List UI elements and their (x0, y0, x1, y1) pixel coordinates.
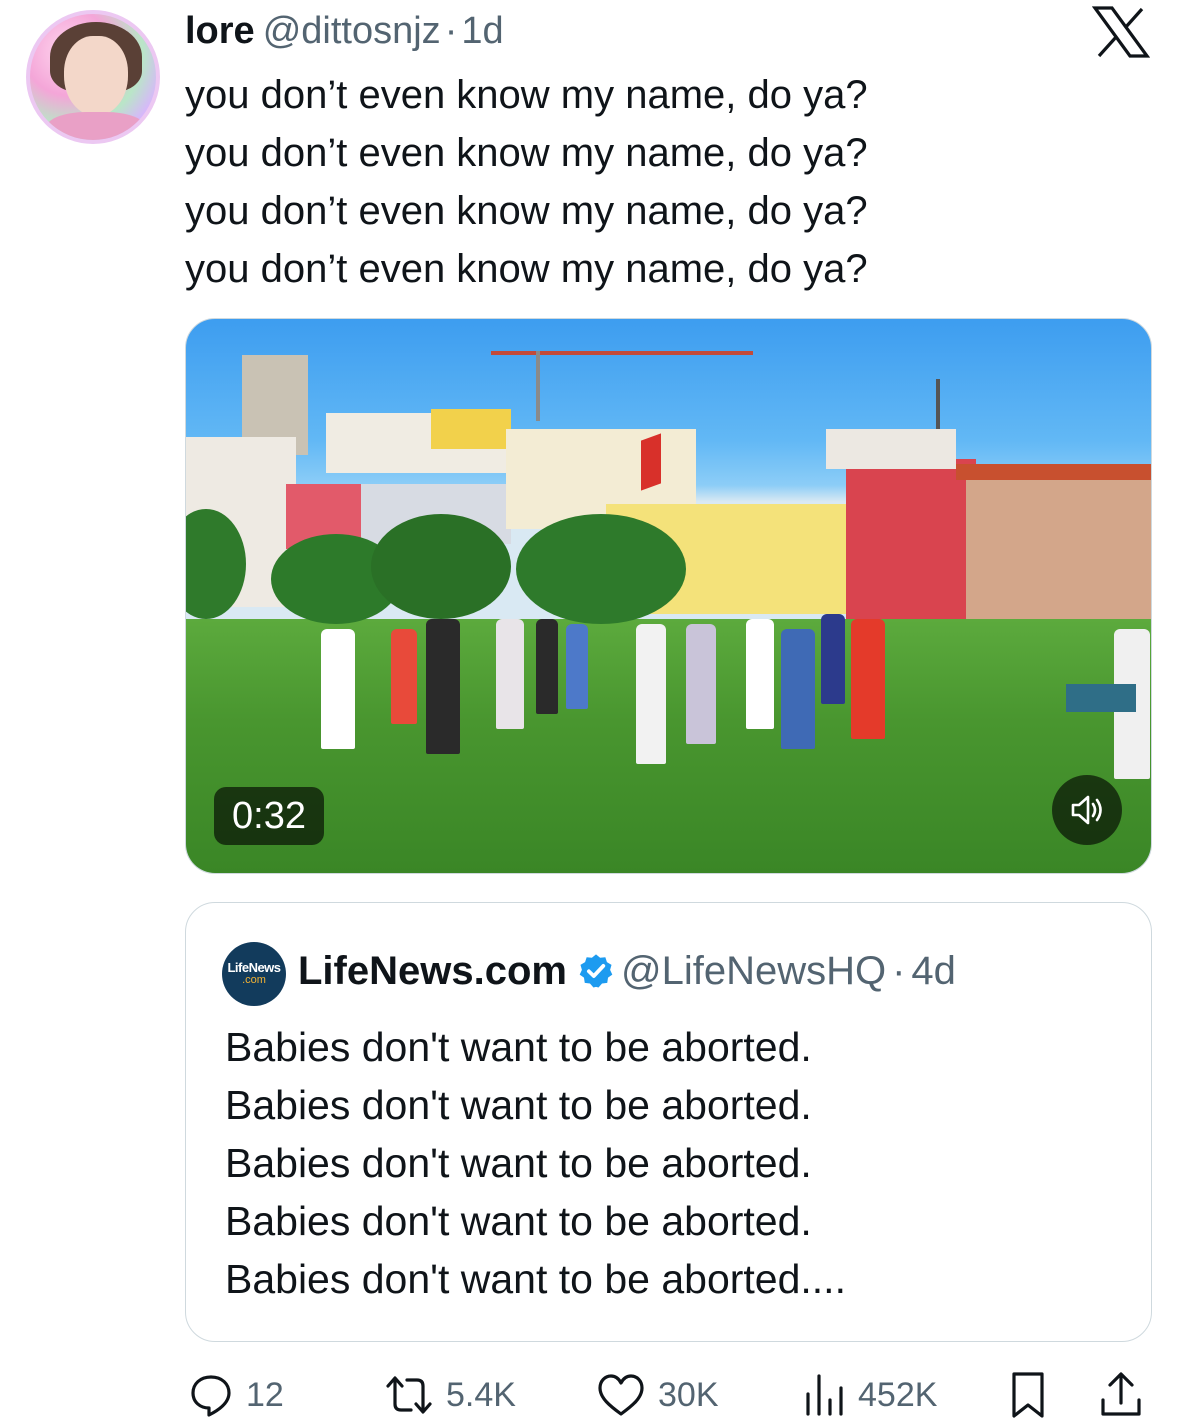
views-count: 452K (858, 1375, 938, 1414)
tweet-line: you don’t even know my name, do ya? (185, 189, 868, 233)
video-scene-dancer (391, 629, 417, 724)
author-name[interactable]: lore (185, 10, 255, 52)
share-button[interactable] (1098, 1370, 1144, 1420)
author-handle[interactable]: @dittosnjz (263, 10, 441, 52)
quoted-time[interactable]: 4d (911, 949, 956, 993)
video-scene-crane (491, 351, 753, 355)
video-scene-dancer (851, 619, 885, 739)
avatar-face (64, 36, 128, 116)
video-scene-tree (371, 514, 511, 619)
video-player[interactable] (185, 318, 1152, 874)
quoted-line: Babies don't want to be aborted. (225, 1198, 812, 1244)
views-button[interactable]: 452K (802, 1370, 937, 1420)
quoted-header: LifeNews.com @LifeNewsHQ · 4d (298, 946, 956, 996)
video-scene-dancer (536, 619, 558, 714)
reply-button[interactable]: 12 (188, 1370, 284, 1420)
tweet-line: you don’t even know my name, do ya? (185, 247, 868, 291)
repost-button[interactable]: 5.4K (384, 1370, 516, 1420)
quoted-line: Babies don't want to be aborted. (225, 1140, 812, 1186)
quoted-avatar-text: LifeNews (227, 960, 281, 975)
verified-badge-icon (579, 954, 613, 988)
quoted-text: Babies don't want to be aborted. Babies … (225, 1018, 846, 1308)
avatar-shirt (46, 112, 146, 140)
tweet-time[interactable]: 1d (461, 10, 503, 52)
video-scene-dancer (821, 614, 845, 704)
volume-icon (1071, 795, 1102, 825)
bookmark-icon (1012, 1372, 1044, 1418)
video-scene-dancer (686, 624, 716, 744)
quoted-separator: · (892, 949, 906, 993)
share-icon (1101, 1372, 1141, 1416)
quoted-handle[interactable]: @LifeNewsHQ (621, 949, 886, 993)
reply-count: 12 (246, 1375, 284, 1414)
video-scene-flag (641, 433, 661, 491)
video-scene-dancer (321, 629, 355, 749)
video-scene-table (1066, 684, 1136, 712)
quoted-line: Babies don't want to be aborted. (225, 1082, 812, 1128)
action-bar: 12 5.4K 30K 452K (0, 1370, 1180, 1420)
tweet-header: lore @dittosnjz · 1d (185, 8, 504, 54)
x-logo-icon (1092, 6, 1150, 58)
volume-button[interactable] (1052, 775, 1122, 845)
quoted-avatar-text: .com (242, 974, 266, 986)
video-scene-building (966, 469, 1151, 619)
reply-icon (191, 1375, 231, 1417)
video-scene-building (846, 459, 976, 619)
bookmark-button[interactable] (1008, 1370, 1048, 1420)
video-scene-dancer (636, 624, 666, 764)
author-avatar[interactable] (26, 10, 160, 144)
quoted-name[interactable]: LifeNews.com (298, 949, 567, 993)
like-count: 30K (658, 1375, 719, 1414)
quoted-line: Babies don't want to be aborted.... (225, 1256, 846, 1302)
tweet-line: you don’t even know my name, do ya? (185, 73, 868, 117)
video-scene-dancer (746, 619, 774, 729)
quoted-line: Babies don't want to be aborted. (225, 1024, 812, 1070)
video-duration: 0:32 (214, 787, 324, 845)
tweet-text: you don’t even know my name, do ya? you … (185, 66, 868, 298)
video-scene-dancer (566, 624, 588, 709)
video-scene-dancer (496, 619, 524, 729)
views-icon (806, 1374, 843, 1416)
heart-icon (598, 1374, 644, 1416)
video-scene-building (956, 464, 1151, 480)
video-scene-dancer (426, 619, 460, 754)
video-scene-tree (516, 514, 686, 624)
video-scene-building (826, 429, 956, 469)
repost-count: 5.4K (446, 1375, 516, 1414)
video-scene-dancer (781, 629, 815, 749)
like-button[interactable]: 30K (596, 1370, 719, 1420)
video-scene-crane (536, 351, 540, 421)
repost-icon (386, 1376, 432, 1414)
quoted-avatar[interactable]: LifeNews .com (222, 942, 286, 1006)
video-scene-building (431, 409, 511, 449)
tweet-line: you don’t even know my name, do ya? (185, 131, 868, 175)
header-separator: · (444, 10, 458, 52)
